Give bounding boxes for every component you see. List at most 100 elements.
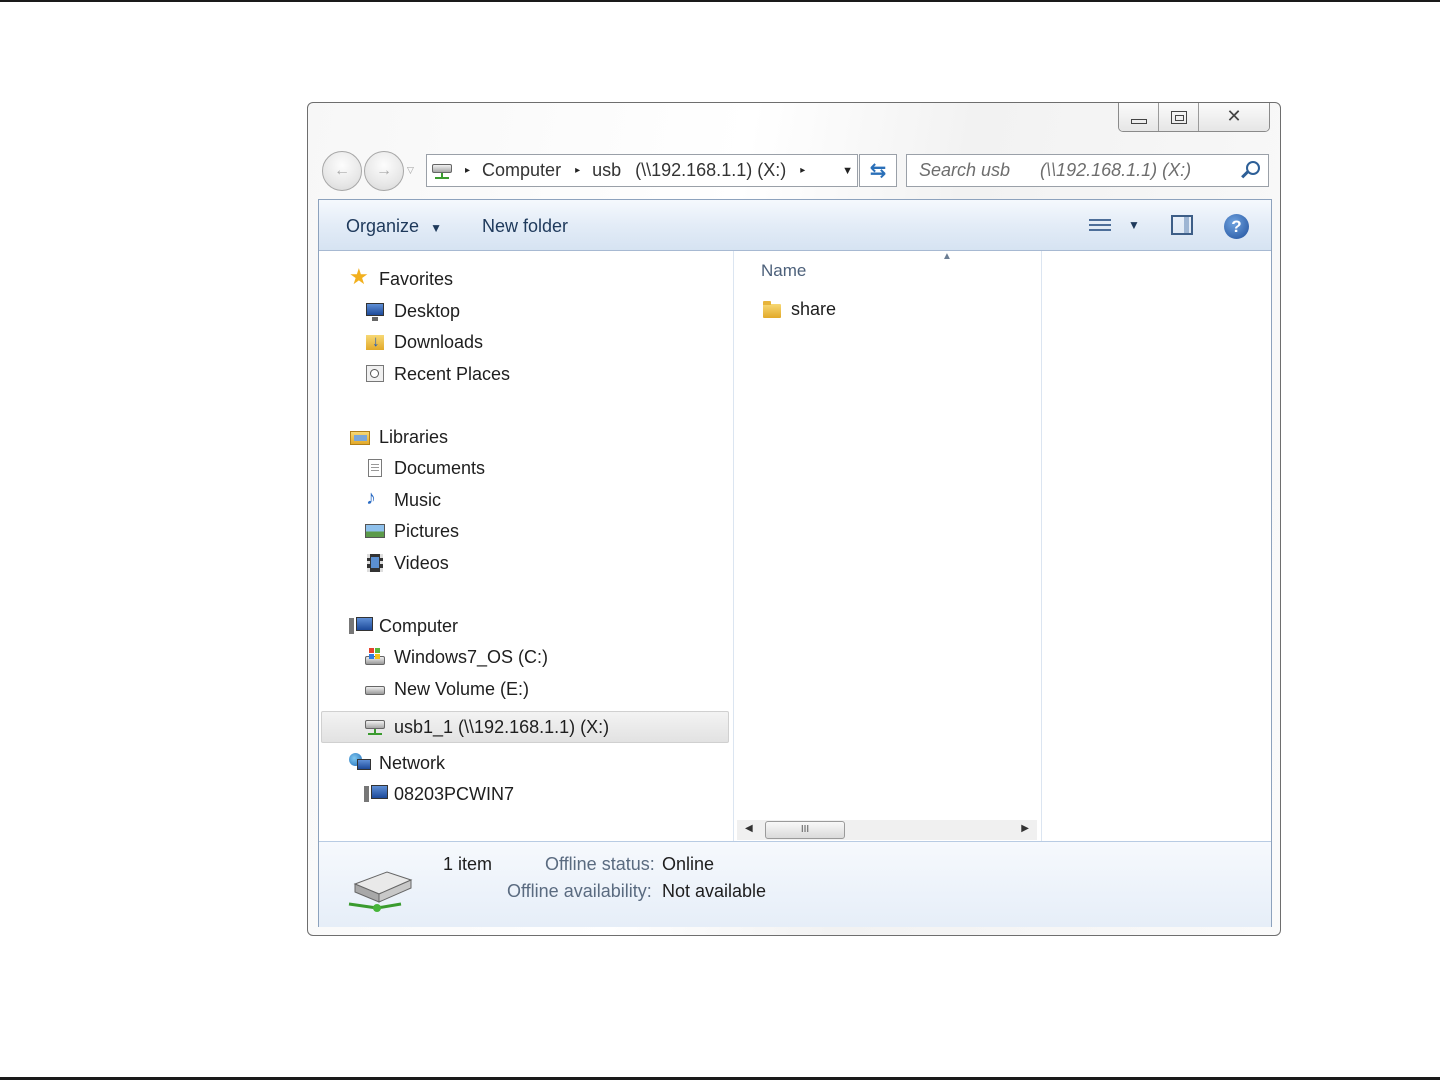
nav-drive-c-label: Windows7_OS (C:)	[394, 646, 549, 667]
organize-label: Organize	[346, 216, 420, 236]
new-folder-button[interactable]: New folder	[482, 216, 568, 237]
breadcrumb-computer[interactable]: Computer	[482, 160, 561, 181]
close-icon: ✕	[1226, 106, 1242, 127]
recent-pages-dropdown-icon[interactable]: ▽	[407, 165, 414, 176]
network-drive-icon	[348, 871, 413, 912]
computer-icon	[364, 784, 388, 804]
music-icon: ♪	[366, 487, 376, 509]
sort-ascending-icon: ▲	[942, 251, 952, 262]
nav-drive-c[interactable]: Windows7_OS (C:)	[364, 641, 548, 673]
help-icon[interactable]: ?	[1224, 214, 1249, 239]
address-dropdown-icon[interactable]: ▼	[842, 165, 853, 177]
network-icon	[349, 753, 371, 773]
top-rule	[0, 0, 1440, 2]
change-view-icon[interactable]	[1089, 219, 1111, 235]
documents-icon	[364, 458, 386, 478]
scroll-right-icon[interactable]: ▶	[1021, 823, 1029, 834]
nav-videos[interactable]: Videos	[364, 547, 449, 579]
star-icon: ★	[349, 264, 369, 289]
nav-desktop-label: Desktop	[394, 300, 461, 321]
recent-places-icon	[364, 364, 386, 384]
minimize-button[interactable]	[1119, 103, 1159, 131]
column-header-name[interactable]: Name	[761, 261, 806, 281]
view-options-dropdown-icon[interactable]: ▼	[1128, 218, 1140, 232]
nav-downloads[interactable]: Downloads	[364, 326, 483, 358]
nav-network[interactable]: Network	[349, 747, 445, 779]
nav-libraries-label: Libraries	[379, 426, 449, 447]
forward-button[interactable]: →	[364, 151, 404, 191]
nav-computer-label: Computer	[379, 615, 459, 636]
hard-drive-icon	[364, 679, 386, 699]
preview-pane-icon[interactable]	[1171, 215, 1193, 235]
nav-libraries[interactable]: Libraries	[349, 421, 448, 453]
nav-drive-x[interactable]: usb1_1 (\\192.168.1.1) (X:)	[321, 711, 729, 743]
organize-button[interactable]: Organize ▼	[346, 216, 442, 237]
item-count: 1 item	[443, 854, 493, 874]
nav-pictures-label: Pictures	[394, 520, 460, 541]
offline-status-value: Online	[662, 854, 715, 874]
nav-drive-e-label: New Volume (E:)	[394, 678, 530, 699]
search-icon[interactable]	[1246, 161, 1260, 175]
back-arrow-icon: ←	[334, 162, 350, 179]
offline-availability-label: Offline availability:	[507, 881, 652, 901]
breadcrumb-separator-icon[interactable]: ▸	[800, 165, 805, 176]
nav-pictures[interactable]: Pictures	[364, 515, 459, 547]
nav-music[interactable]: ♪ Music	[364, 484, 441, 516]
nav-music-label: Music	[394, 489, 442, 510]
breadcrumb-usb[interactable]: usb	[592, 160, 621, 181]
forward-arrow-icon: →	[376, 162, 392, 179]
downloads-icon	[364, 332, 386, 352]
maximize-button[interactable]	[1159, 103, 1199, 131]
search-input[interactable]: Search usb (\\192.168.1.1) (X:)	[906, 154, 1269, 187]
nav-favorites-label: Favorites	[379, 268, 454, 289]
command-bar: Organize ▼ New folder ▼ ?	[319, 200, 1271, 251]
file-name: share	[791, 299, 837, 319]
scroll-left-icon[interactable]: ◀	[745, 823, 753, 834]
chevron-down-icon: ▼	[430, 221, 442, 235]
nav-network-pc[interactable]: 08203PCWIN7	[364, 778, 514, 810]
nav-documents[interactable]: Documents	[364, 452, 485, 484]
address-bar[interactable]: ▸ Computer ▸ usb (\\192.168.1.1) (X:) ▸ …	[426, 154, 858, 187]
computer-icon	[349, 616, 373, 636]
nav-downloads-label: Downloads	[394, 331, 484, 352]
pictures-icon	[364, 521, 386, 541]
windows-drive-icon	[364, 647, 386, 667]
nav-recent-places-label: Recent Places	[394, 363, 511, 384]
search-placeholder: Search usb (\\192.168.1.1) (X:)	[919, 160, 1192, 180]
caption-buttons: ✕	[1118, 103, 1270, 132]
column-divider	[1041, 251, 1042, 841]
breadcrumb-separator-icon[interactable]: ▸	[465, 165, 470, 176]
videos-icon	[364, 553, 386, 573]
file-list: Name ▲ share	[734, 251, 1041, 841]
nav-network-label: Network	[379, 752, 446, 773]
minimize-icon	[1130, 118, 1147, 124]
breadcrumb-drive[interactable]: (\\192.168.1.1) (X:)	[635, 160, 786, 181]
explorer-window: ✕ ← → ▽ ▸ Computer ▸ usb (\\192.168.1.1)…	[307, 102, 1281, 936]
network-drive-icon	[431, 161, 457, 181]
nav-desktop[interactable]: Desktop	[364, 295, 460, 327]
list-item[interactable]: share	[761, 299, 836, 320]
navigation-pane: ★ Favorites Desktop Downloads Recent Pla…	[319, 251, 733, 841]
desktop-icon	[364, 301, 386, 321]
nav-favorites[interactable]: ★ Favorites	[349, 263, 453, 295]
nav-network-pc-label: 08203PCWIN7	[394, 783, 515, 804]
back-button[interactable]: ←	[322, 151, 362, 191]
nav-recent-places[interactable]: Recent Places	[364, 358, 510, 390]
nav-computer[interactable]: Computer	[349, 610, 458, 642]
nav-drive-e[interactable]: New Volume (E:)	[364, 673, 529, 705]
offline-availability-value: Not available	[662, 881, 767, 901]
content-area: Organize ▼ New folder ▼ ? ★ Favorites De…	[318, 199, 1272, 927]
close-button[interactable]: ✕	[1199, 103, 1269, 131]
nav-drive-x-label: usb1_1 (\\192.168.1.1) (X:)	[394, 716, 610, 737]
network-drive-icon	[364, 717, 386, 737]
details-pane: 1 item Offline status: Online Offline av…	[319, 841, 1271, 927]
nav-documents-label: Documents	[394, 457, 486, 478]
refresh-icon: ⇆	[869, 160, 887, 182]
scroll-thumb[interactable]: III	[765, 821, 845, 839]
breadcrumb-separator-icon[interactable]: ▸	[575, 165, 580, 176]
offline-status-label: Offline status:	[545, 854, 655, 874]
refresh-button[interactable]: ⇆	[859, 154, 897, 187]
folder-icon	[761, 300, 783, 320]
horizontal-scrollbar[interactable]: ◀ III ▶	[737, 820, 1037, 840]
nav-videos-label: Videos	[394, 552, 449, 573]
